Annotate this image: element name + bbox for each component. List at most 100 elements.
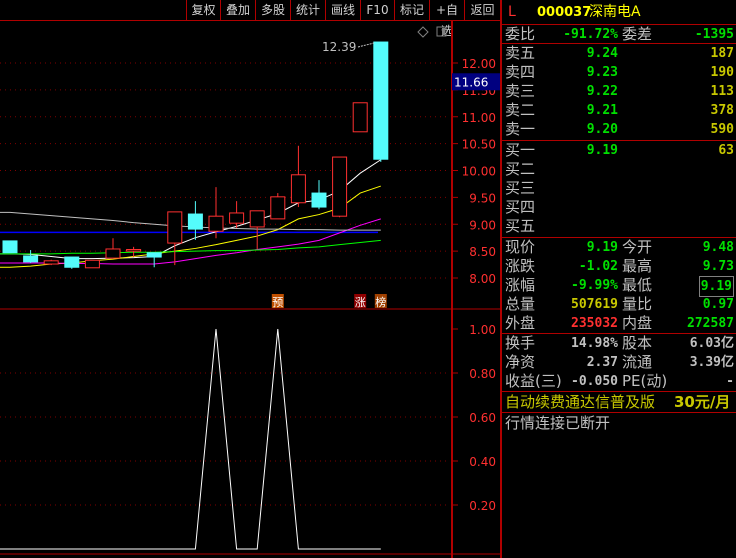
quote-label2: 最高	[622, 257, 653, 275]
buy-row: 买四	[502, 198, 736, 217]
candle-body	[105, 248, 121, 259]
candle	[105, 238, 121, 259]
candle	[23, 250, 39, 263]
fund-value: 14.98%	[571, 336, 618, 351]
sell-price: 9.22	[586, 84, 618, 99]
fund-label: 换手	[505, 334, 536, 352]
candle	[208, 187, 224, 239]
quote-label: 总量	[505, 295, 536, 313]
event-marker: 预	[272, 296, 283, 309]
quote-label2: 最低	[622, 276, 653, 294]
candle	[2, 240, 18, 254]
quote-label: 现价	[505, 238, 536, 256]
candle	[373, 41, 389, 162]
candle	[229, 201, 245, 229]
quote-value: 235032	[571, 316, 618, 331]
candle-body	[332, 156, 348, 217]
candle-body	[2, 240, 18, 254]
buy-label: 买一	[505, 141, 536, 159]
price-tick-label: 8.50	[469, 245, 496, 259]
sell-row: 卖五 9.24 187	[502, 44, 736, 63]
candle	[352, 102, 368, 133]
quote-label: 涨幅	[505, 276, 536, 294]
candle-body	[84, 259, 100, 269]
sell-volume: 113	[710, 84, 734, 99]
price-tick-label: 10.00	[462, 165, 496, 179]
promo-price[interactable]: 30元/月	[674, 392, 730, 413]
candle-body	[311, 192, 327, 208]
sell-price: 9.20	[586, 122, 618, 137]
fund-value2: 3.39亿	[689, 355, 734, 370]
buy-row: 买五	[502, 217, 736, 236]
buy-label: 买五	[505, 217, 536, 235]
indicator-tick-label: 0.60	[469, 411, 496, 425]
candle	[167, 211, 183, 266]
indicator-tick-label: 1.00	[469, 323, 496, 337]
candle-body	[146, 252, 162, 258]
fund-row: 收益(三) -0.050 PE(动) -	[502, 372, 736, 391]
fund-value: 2.37	[586, 355, 618, 370]
quote-row: 涨幅 -9.99% 最低 9.19	[502, 276, 736, 297]
fund-row: 换手 14.98% 股本 6.03亿	[502, 334, 736, 353]
quote-value2: 272587	[687, 316, 734, 331]
ma-line-ma5	[0, 159, 382, 260]
buy-row: 买一 9.19 63	[502, 141, 736, 160]
candle-body	[208, 215, 224, 232]
quote-label2: 今开	[622, 238, 653, 256]
event-marker: 涨	[355, 296, 366, 309]
fund-label2: 流通	[622, 353, 653, 371]
quote-label2: 内盘	[622, 314, 653, 332]
quote-label: 涨跌	[505, 257, 536, 275]
kline-chart[interactable]: 12.0011.5011.0010.5010.009.509.008.508.0…	[0, 0, 500, 558]
indicator-tick-label: 0.80	[469, 367, 496, 381]
sell-volume: 187	[710, 46, 734, 61]
indicator-line	[0, 328, 381, 550]
fund-value2: 6.03亿	[689, 336, 734, 351]
price-tick-label: 9.50	[469, 191, 496, 205]
price-tick-label: 10.50	[462, 138, 496, 152]
buy-volume: 63	[718, 143, 734, 158]
sell-price: 9.23	[586, 65, 618, 80]
quote-value: 9.19	[586, 240, 618, 255]
promo-text[interactable]: 自动续费通达信普及版	[505, 392, 655, 413]
indicator-tick-label: 0.40	[469, 455, 496, 469]
sell-label: 卖三	[505, 82, 536, 100]
candle	[270, 193, 286, 220]
candle-body	[167, 211, 183, 244]
candle-body	[64, 256, 80, 268]
price-tick-label: 12.00	[462, 57, 496, 71]
quote-value: -1.02	[578, 259, 618, 274]
quote-label: 外盘	[505, 314, 536, 332]
weibi-row: 委比 -91.72% 委差 -1395	[502, 25, 736, 44]
quote-label2: 量比	[622, 295, 653, 313]
buy-price: 9.19	[586, 143, 618, 158]
candle	[146, 252, 162, 268]
diamond-icon[interactable]	[417, 26, 429, 38]
stock-flag: L	[508, 4, 516, 20]
sell-row: 卖三 9.22 113	[502, 82, 736, 101]
quote-row: 现价 9.19 今开 9.48	[502, 238, 736, 257]
fundamentals: 换手 14.98% 股本 6.03亿 净资 2.37 流通 3.39亿 收益(三) -0.050 P…	[502, 334, 736, 392]
sell-row: 卖一 9.20 590	[502, 120, 736, 139]
buy-label: 买四	[505, 198, 536, 216]
fund-value2: -	[726, 374, 734, 389]
candle-body	[249, 210, 265, 228]
sell-volume: 190	[710, 65, 734, 80]
buy-label: 买三	[505, 179, 536, 197]
fund-row: 净资 2.37 流通 3.39亿	[502, 353, 736, 372]
weicha-value: -1395	[694, 27, 734, 42]
quote-value2: 0.97	[702, 297, 734, 312]
candle	[187, 201, 203, 240]
fund-label2: PE(动)	[622, 372, 668, 390]
promo-row[interactable]: 自动续费通达信普及版 30元/月	[502, 392, 736, 413]
panel-toggle-icon-fill	[442, 28, 445, 35]
candle	[84, 259, 100, 269]
sell-volume: 590	[710, 122, 734, 137]
price-tick-label: 11.00	[462, 111, 496, 125]
stock-code: 000037	[537, 5, 592, 20]
sell-label: 卖五	[505, 44, 536, 62]
fund-label2: 股本	[622, 334, 653, 352]
candle	[249, 210, 265, 249]
candle	[64, 256, 80, 269]
candle-body	[352, 102, 368, 133]
